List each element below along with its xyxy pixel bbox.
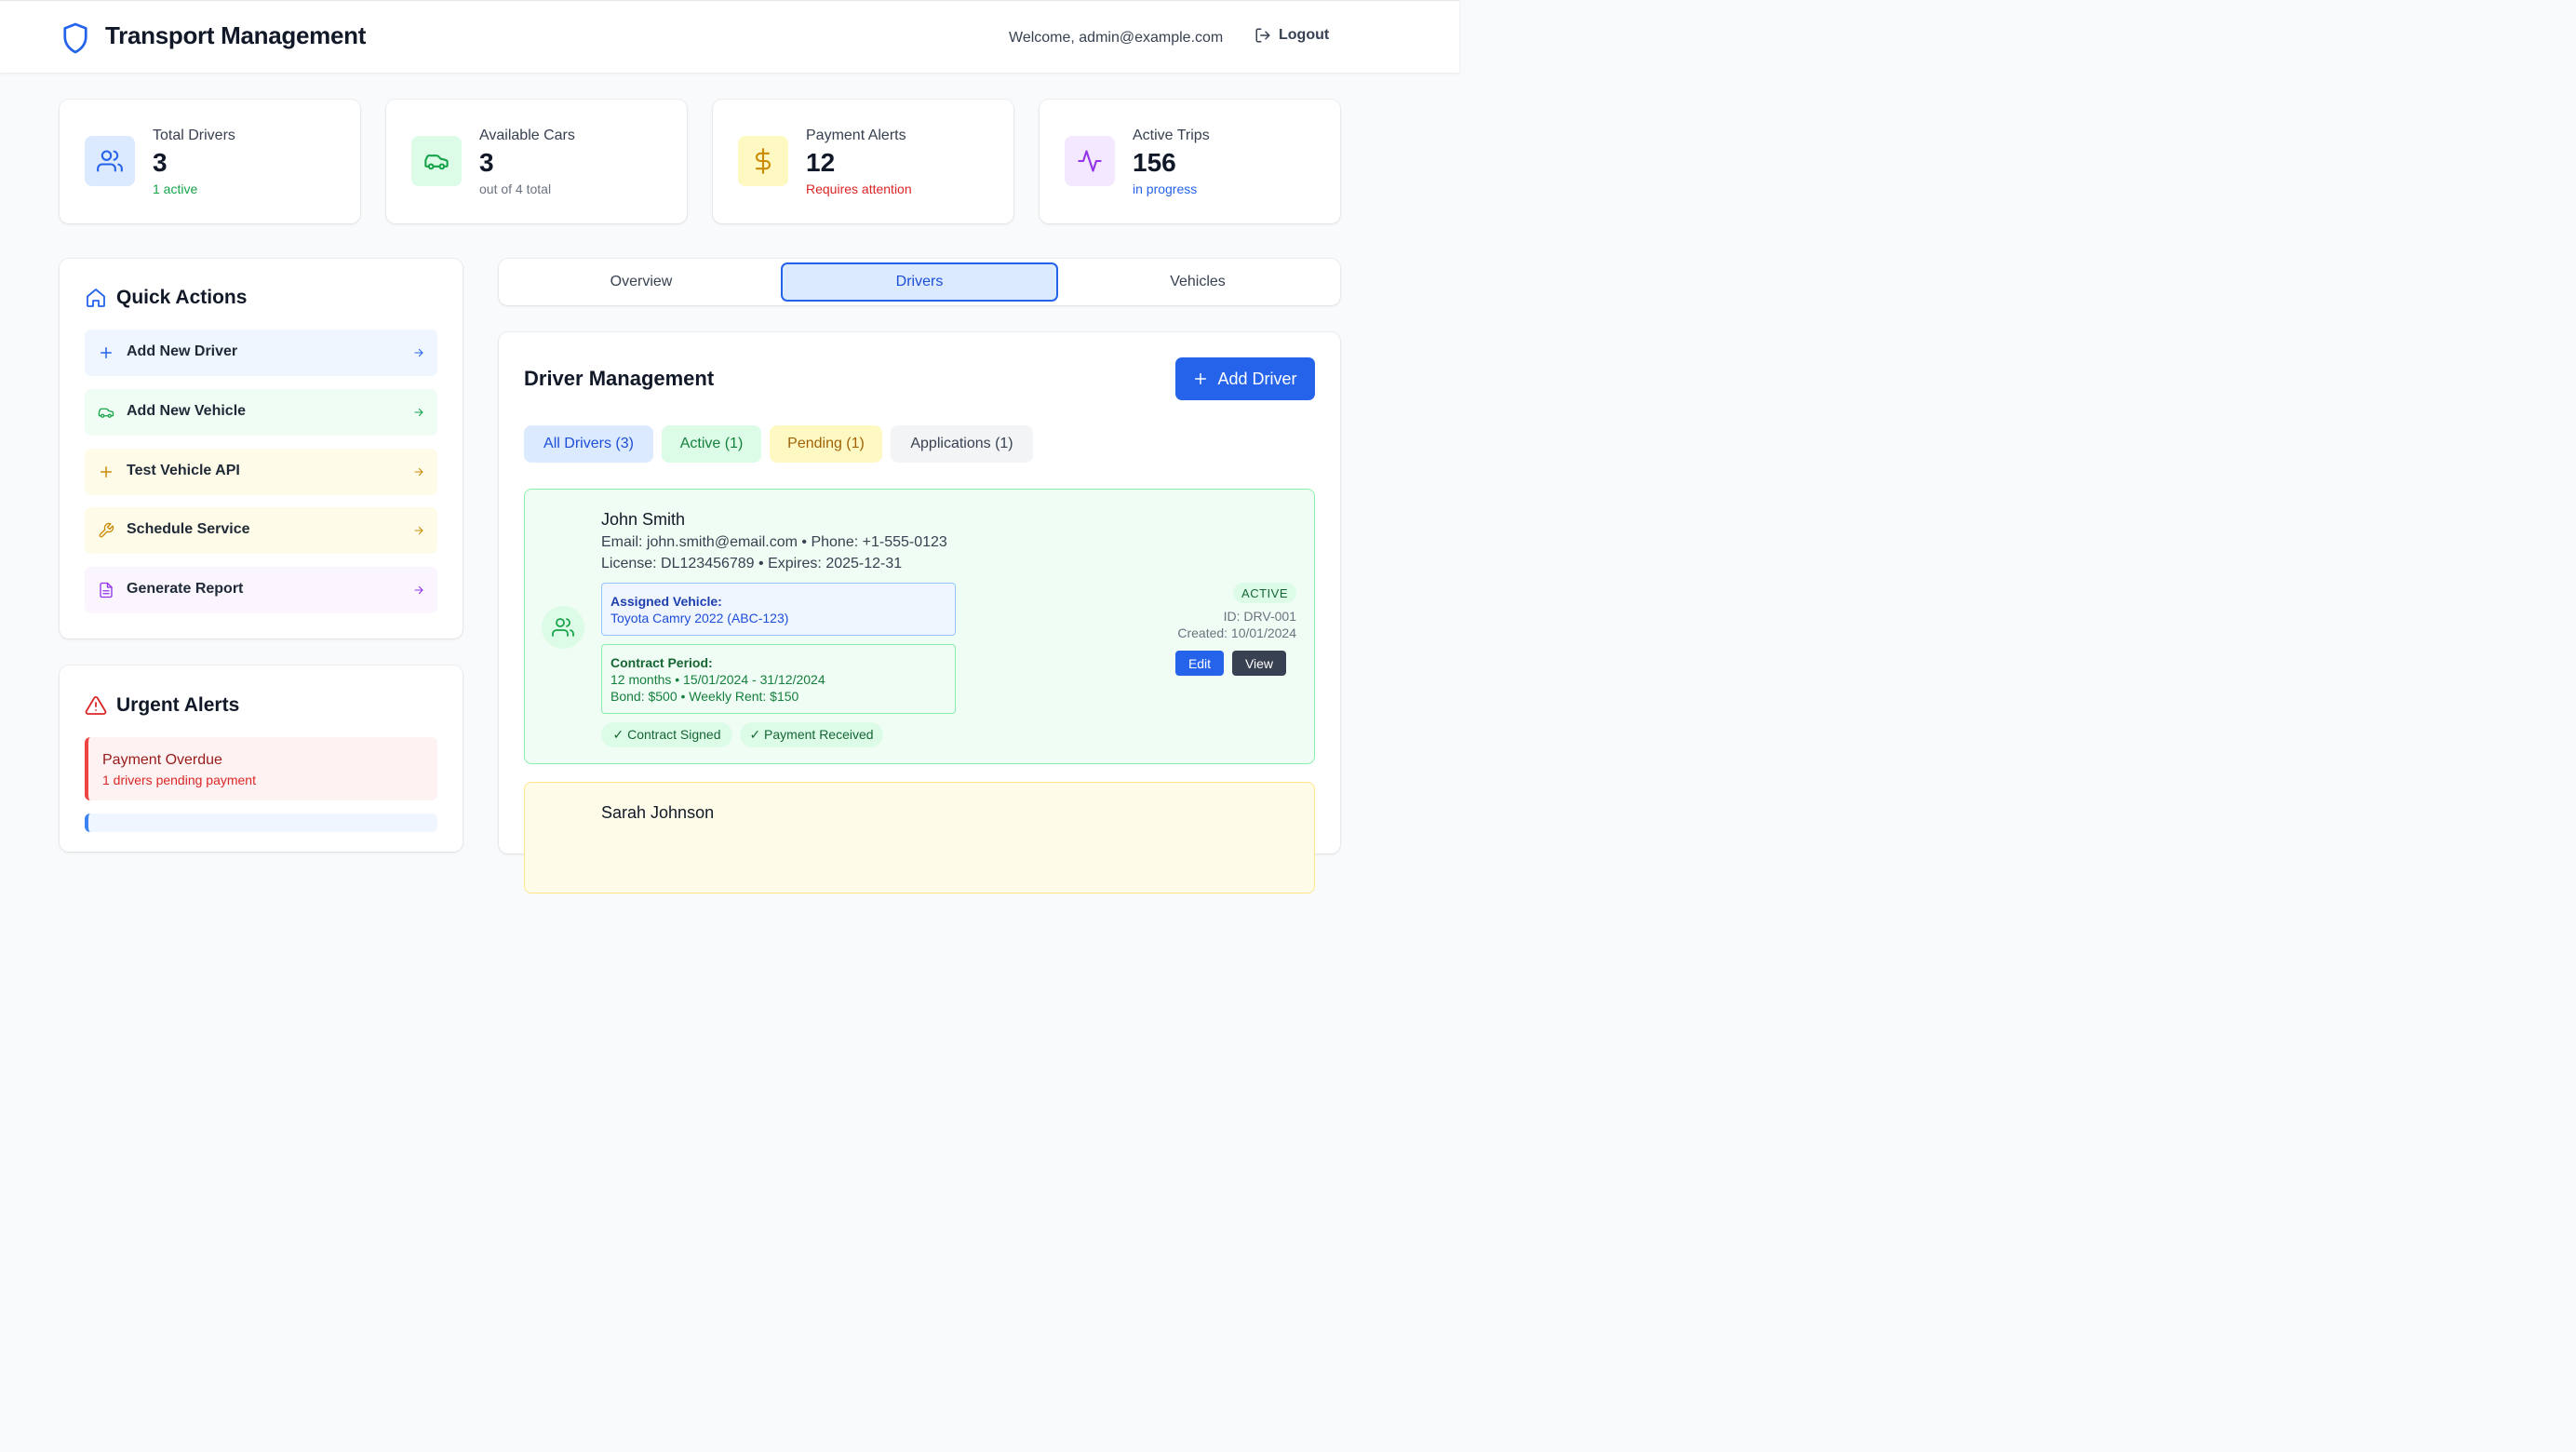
quick-actions-title: Quick Actions <box>85 287 247 309</box>
users-icon <box>552 618 574 637</box>
stat-value: 12 <box>806 148 836 177</box>
stat-subtext: 1 active <box>153 182 198 196</box>
quick-action-add-new-driver[interactable]: Add New Driver <box>85 329 437 376</box>
filter-all-drivers[interactable]: All Drivers (3) <box>524 425 653 463</box>
urgent-alerts-title: Urgent Alerts <box>85 694 239 717</box>
quick-action-label: Generate Report <box>127 581 244 597</box>
driver-license: License: DL123456789 • Expires: 2025-12-… <box>601 556 903 571</box>
stat-card-available-cars: Available Cars 3 out of 4 total <box>386 100 687 223</box>
stat-label: Active Trips <box>1133 128 1210 143</box>
driver-card: John Smith Email: john.smith@email.com •… <box>524 489 1315 764</box>
activity-icon <box>1078 150 1102 172</box>
contract-heading: Contract Period: <box>610 655 713 670</box>
filter-active[interactable]: Active (1) <box>662 425 761 463</box>
stat-label: Available Cars <box>479 128 575 143</box>
tab-vehicles[interactable]: Vehicles <box>1059 262 1336 302</box>
driver-management-panel: Driver Management Add Driver All Drivers… <box>499 332 1340 894</box>
stat-icon-box <box>738 136 788 186</box>
app-title: Transport Management <box>105 21 367 49</box>
filter-pending[interactable]: Pending (1) <box>770 425 882 463</box>
stat-subtext: in progress <box>1133 182 1198 196</box>
home-icon <box>87 289 105 307</box>
driver-card: Sarah Johnson <box>524 782 1315 894</box>
quick-action-add-new-vehicle[interactable]: Add New Vehicle <box>85 389 437 436</box>
quick-actions-heading: Quick Actions <box>116 287 248 308</box>
view-button[interactable]: View <box>1232 651 1286 676</box>
arrow-right-icon <box>414 585 423 595</box>
stat-value: 156 <box>1133 148 1176 177</box>
stat-icon-box <box>85 136 135 186</box>
contract-period: 12 months • 15/01/2024 - 31/12/2024 <box>610 672 825 687</box>
stat-card-active-trips: Active Trips 156 in progress <box>1040 100 1340 223</box>
stat-label: Total Drivers <box>153 128 235 143</box>
quick-action-label: Add New Driver <box>127 343 238 359</box>
logout-button[interactable]: Logout <box>1254 27 1329 44</box>
contract-period-box: Contract Period: 12 months • 15/01/2024 … <box>601 644 956 714</box>
assigned-vehicle-heading: Assigned Vehicle: <box>610 594 722 609</box>
quick-action-label: Add New Vehicle <box>127 403 247 419</box>
app-header: Transport Management Welcome, admin@exam… <box>0 0 1459 73</box>
plus-icon <box>101 347 112 358</box>
quick-actions-panel: Quick Actions Add New Driver Add New Veh… <box>60 259 463 639</box>
payment-received-badge: ✓ Payment Received <box>740 722 883 747</box>
plus-icon <box>1195 372 1207 385</box>
add-driver-label: Add Driver <box>1217 369 1297 388</box>
driver-management-title: Driver Management <box>524 367 715 390</box>
driver-created: Created: 10/01/2024 <box>1177 625 1296 640</box>
car-icon <box>98 408 114 418</box>
quick-action-label: Test Vehicle API <box>127 463 240 478</box>
arrow-right-icon <box>414 467 423 477</box>
driver-name: John Smith <box>601 510 686 529</box>
plus-icon <box>101 466 112 477</box>
document-icon <box>100 582 113 598</box>
quick-action-generate-report[interactable]: Generate Report <box>85 567 437 613</box>
edit-button[interactable]: Edit <box>1175 651 1224 676</box>
users-icon <box>97 150 123 172</box>
warning-icon <box>85 696 107 715</box>
quick-action-schedule-service[interactable]: Schedule Service <box>85 507 437 554</box>
status-badge: ACTIVE <box>1233 583 1296 603</box>
tab-drivers[interactable]: Drivers <box>781 262 1058 302</box>
tab-overview[interactable]: Overview <box>503 262 780 302</box>
stat-value: 3 <box>153 148 168 177</box>
assigned-vehicle-value: Toyota Camry 2022 (ABC-123) <box>610 611 789 625</box>
contract-signed-badge: ✓ Contract Signed <box>601 722 732 747</box>
wrench-icon <box>99 522 114 538</box>
stat-subtext: out of 4 total <box>479 182 552 196</box>
arrow-right-icon <box>414 526 423 535</box>
main-tabs: Overview Drivers Vehicles <box>499 259 1340 305</box>
alert-payment-overdue[interactable]: Payment Overdue 1 drivers pending paymen… <box>85 737 437 800</box>
alert-item[interactable] <box>85 813 437 832</box>
stat-card-payment-alerts: Payment Alerts 12 Requires attention <box>713 100 1013 223</box>
arrow-right-icon <box>414 408 423 417</box>
add-driver-button[interactable]: Add Driver <box>1175 357 1315 400</box>
filter-applications[interactable]: Applications (1) <box>891 425 1033 463</box>
stat-card-total-drivers: Total Drivers 3 1 active <box>60 100 360 223</box>
welcome-text: Welcome, admin@example.com <box>1009 30 1224 46</box>
alert-subtitle: 1 drivers pending payment <box>102 773 256 787</box>
quick-action-label: Schedule Service <box>127 521 250 537</box>
alert-title: Payment Overdue <box>102 752 222 768</box>
logout-icon <box>1255 28 1270 43</box>
car-icon <box>424 155 449 170</box>
stat-icon-box <box>1065 136 1115 186</box>
shield-icon <box>63 22 87 54</box>
logout-label: Logout <box>1279 27 1330 43</box>
stat-label: Payment Alerts <box>806 128 906 143</box>
assigned-vehicle-box: Assigned Vehicle: Toyota Camry 2022 (ABC… <box>601 583 956 636</box>
avatar <box>542 606 584 649</box>
stat-icon-box <box>411 136 462 186</box>
stat-subtext: Requires attention <box>806 182 912 196</box>
driver-id: ID: DRV-001 <box>1223 609 1296 624</box>
urgent-alerts-heading: Urgent Alerts <box>116 694 240 716</box>
urgent-alerts-panel: Urgent Alerts Payment Overdue 1 drivers … <box>60 666 463 852</box>
contract-money: Bond: $500 • Weekly Rent: $150 <box>610 689 799 704</box>
stat-value: 3 <box>479 148 494 177</box>
arrow-right-icon <box>414 348 423 357</box>
quick-action-test-vehicle-api[interactable]: Test Vehicle API <box>85 449 437 495</box>
driver-contact: Email: john.smith@email.com • Phone: +1-… <box>601 534 947 550</box>
driver-name: Sarah Johnson <box>601 803 715 822</box>
dollar-icon <box>755 148 771 174</box>
